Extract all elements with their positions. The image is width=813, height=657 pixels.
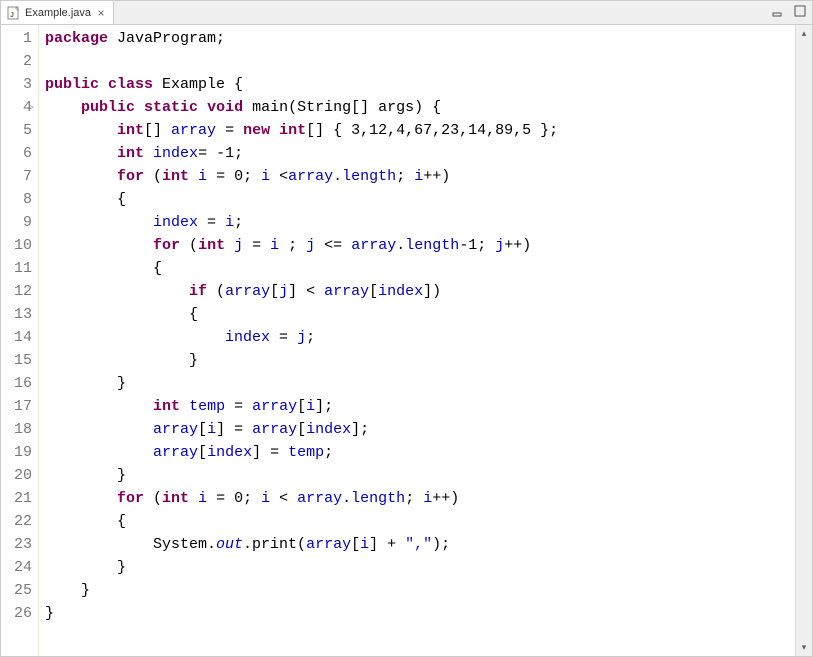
toolbar-right (770, 3, 808, 19)
code-line: { (45, 303, 795, 326)
line-number: 8 (1, 188, 32, 211)
code-line: public static void main(String[] args) { (45, 96, 795, 119)
line-number: 12 (1, 280, 32, 303)
line-number: 17 (1, 395, 32, 418)
line-number: 22 (1, 510, 32, 533)
tab-bar: J Example.java × (1, 1, 812, 25)
code-line: } (45, 372, 795, 395)
code-line: { (45, 188, 795, 211)
close-tab-icon[interactable]: × (95, 7, 107, 19)
line-number-gutter: 1234▷56789101112131415161718192021222324… (1, 25, 39, 656)
code-line (45, 50, 795, 73)
java-file-icon: J (7, 6, 21, 20)
line-number: 25 (1, 579, 32, 602)
line-number: 4▷ (1, 96, 32, 119)
line-number: 13 (1, 303, 32, 326)
line-number: 14 (1, 326, 32, 349)
line-number: 19 (1, 441, 32, 464)
code-line: } (45, 579, 795, 602)
code-line: for (int i = 0; i < array.length; i++) (45, 487, 795, 510)
line-number: 5 (1, 119, 32, 142)
line-number: 3 (1, 73, 32, 96)
code-line: public class Example { (45, 73, 795, 96)
code-editor[interactable]: package JavaProgram; public class Example… (39, 25, 795, 656)
code-line: int[] array = new int[] { 3,12,4,67,23,1… (45, 119, 795, 142)
line-number: 1 (1, 27, 32, 50)
code-line: array[i] = array[index]; (45, 418, 795, 441)
code-line: int temp = array[i]; (45, 395, 795, 418)
line-number: 10 (1, 234, 32, 257)
code-line: } (45, 349, 795, 372)
code-line: } (45, 602, 795, 625)
line-number: 9 (1, 211, 32, 234)
code-line: int index= -1; (45, 142, 795, 165)
line-number: 6 (1, 142, 32, 165)
svg-text:J: J (10, 12, 14, 19)
code-line: System.out.print(array[i] + ","); (45, 533, 795, 556)
scroll-down-icon[interactable]: ▾ (796, 639, 812, 656)
maximize-icon[interactable] (792, 3, 808, 19)
minimize-icon[interactable] (770, 3, 786, 19)
vertical-scrollbar[interactable]: ▴ ▾ (795, 25, 812, 656)
code-line: { (45, 257, 795, 280)
line-number: 18 (1, 418, 32, 441)
code-line: array[index] = temp; (45, 441, 795, 464)
override-marker-icon: ▷ (29, 96, 34, 119)
code-line: { (45, 510, 795, 533)
tab-filename: Example.java (25, 7, 91, 19)
line-number: 11 (1, 257, 32, 280)
line-number: 23 (1, 533, 32, 556)
line-number: 2 (1, 50, 32, 73)
line-number: 26 (1, 602, 32, 625)
line-number: 7 (1, 165, 32, 188)
scroll-up-icon[interactable]: ▴ (796, 25, 812, 42)
line-number: 21 (1, 487, 32, 510)
code-line: } (45, 556, 795, 579)
line-number: 24 (1, 556, 32, 579)
code-line: if (array[j] < array[index]) (45, 280, 795, 303)
code-line: index = j; (45, 326, 795, 349)
code-line: package JavaProgram; (45, 27, 795, 50)
line-number: 20 (1, 464, 32, 487)
editor-area: 1234▷56789101112131415161718192021222324… (1, 25, 812, 656)
line-number: 15 (1, 349, 32, 372)
code-line: index = i; (45, 211, 795, 234)
code-line: } (45, 464, 795, 487)
line-number: 16 (1, 372, 32, 395)
file-tab[interactable]: J Example.java × (1, 1, 114, 24)
code-line: for (int i = 0; i <array.length; i++) (45, 165, 795, 188)
code-line: for (int j = i ; j <= array.length-1; j+… (45, 234, 795, 257)
